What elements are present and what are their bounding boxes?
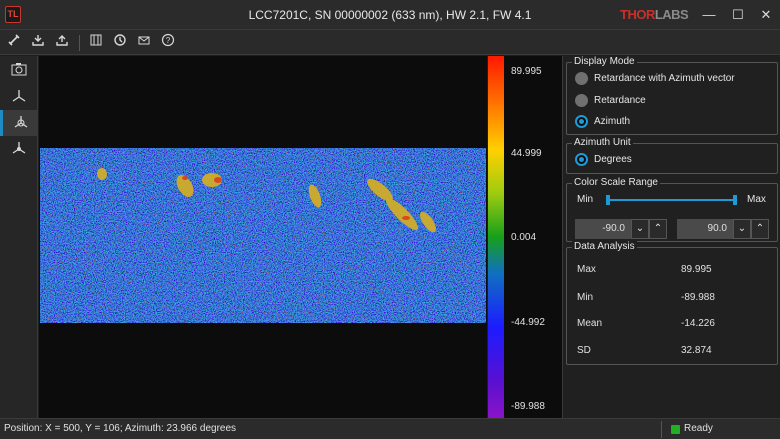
max-increment-button[interactable]: ⌃ xyxy=(751,219,769,239)
stat-row-max: Max 89.995 xyxy=(577,263,767,277)
mail-icon[interactable] xyxy=(134,33,154,52)
stat-value: 32.874 xyxy=(681,345,712,356)
maximize-button[interactable]: ☐ xyxy=(729,6,747,24)
azimuth-map-icon[interactable] xyxy=(0,110,38,136)
min-label: Min xyxy=(577,194,594,205)
azimuth-unit-group: Azimuth Unit Degrees xyxy=(566,137,778,174)
range-slider-min-handle[interactable] xyxy=(606,195,610,205)
brand-logo: THORLABS xyxy=(620,7,689,22)
minimize-button[interactable]: — xyxy=(700,6,718,24)
group-title: Display Mode xyxy=(572,56,637,67)
stat-key: Mean xyxy=(577,318,603,329)
group-title: Data Analysis xyxy=(572,241,637,252)
color-bar-label: -89.988 xyxy=(511,401,545,412)
max-decrement-button[interactable]: ⌄ xyxy=(733,219,751,239)
color-bar-label: 0.004 xyxy=(511,232,537,243)
grid-icon[interactable] xyxy=(86,33,106,52)
color-bar-labels: 89.995 44.999 0.004 -44.992 -89.988 xyxy=(504,56,562,418)
stat-value: -89.988 xyxy=(681,292,715,303)
settings-panel: Display Mode Retardance with Azimuth vec… xyxy=(562,56,780,418)
stat-row-sd: SD 32.874 xyxy=(577,344,767,358)
ready-indicator-icon xyxy=(671,425,680,434)
toolbar: ? xyxy=(0,30,780,55)
radio-selected-icon xyxy=(575,153,588,166)
connect-icon[interactable] xyxy=(4,33,24,52)
stat-value: 89.995 xyxy=(681,264,712,275)
range-slider-max-handle[interactable] xyxy=(733,195,737,205)
radio-dot-icon xyxy=(575,94,588,107)
radio-label: Azimuth xyxy=(594,116,631,127)
left-sidebar xyxy=(0,56,38,418)
stat-row-min: Min -89.988 xyxy=(577,291,767,305)
image-canvas[interactable] xyxy=(39,56,487,418)
position-readout: Position: X = 500, Y = 106; Azimuth: 23.… xyxy=(4,423,237,434)
title-bar: TL LCC7201C, SN 00000002 (633 nm), HW 2.… xyxy=(0,0,780,30)
ready-status: Ready xyxy=(684,423,713,434)
azimuth-image[interactable] xyxy=(40,148,486,323)
color-bar-label: 44.999 xyxy=(511,148,542,159)
stat-row-mean: Mean -14.226 xyxy=(577,317,767,331)
stat-value: -14.226 xyxy=(681,318,715,329)
camera-icon[interactable] xyxy=(0,58,38,84)
export-icon[interactable] xyxy=(28,33,48,52)
toolbar-divider xyxy=(79,35,80,51)
group-title: Azimuth Unit xyxy=(572,137,633,148)
group-title: Color Scale Range xyxy=(572,177,660,188)
azimuth-color-bar xyxy=(488,56,504,418)
refresh-icon[interactable] xyxy=(110,33,130,52)
status-bar: Position: X = 500, Y = 106; Azimuth: 23.… xyxy=(0,418,780,439)
range-slider-track[interactable] xyxy=(607,199,735,201)
max-value-input[interactable]: 90.0 xyxy=(677,219,733,239)
color-bar-label: 89.995 xyxy=(511,66,542,77)
radio-label: Degrees xyxy=(594,154,632,165)
min-increment-button[interactable]: ⌃ xyxy=(649,219,667,239)
radio-dot-icon xyxy=(575,72,588,85)
analysis-icon[interactable] xyxy=(0,136,38,162)
svg-text:?: ? xyxy=(166,36,171,45)
stat-key: SD xyxy=(577,345,591,356)
radio-label: Retardance xyxy=(594,95,646,106)
radio-selected-icon xyxy=(575,115,588,128)
max-label: Max xyxy=(747,194,766,205)
stat-key: Min xyxy=(577,292,594,303)
min-decrement-button[interactable]: ⌄ xyxy=(631,219,649,239)
status-divider xyxy=(661,421,662,438)
min-value-input[interactable]: -90.0 xyxy=(575,219,631,239)
stat-key: Max xyxy=(577,264,596,275)
import-icon[interactable] xyxy=(52,33,72,52)
close-button[interactable]: ✕ xyxy=(757,6,775,24)
color-scale-range-group: Color Scale Range Min Max -90.0 ⌄ ⌃ 90.0… xyxy=(566,177,778,242)
radio-label: Retardance with Azimuth vector xyxy=(594,73,735,84)
display-mode-group: Display Mode Retardance with Azimuth vec… xyxy=(566,56,778,135)
color-bar-label: -44.992 xyxy=(511,317,545,328)
data-analysis-group: Data Analysis Max 89.995 Min -89.988 Mea… xyxy=(566,241,778,365)
azimuth-vector-icon[interactable] xyxy=(0,84,38,110)
help-icon[interactable]: ? xyxy=(158,33,178,52)
